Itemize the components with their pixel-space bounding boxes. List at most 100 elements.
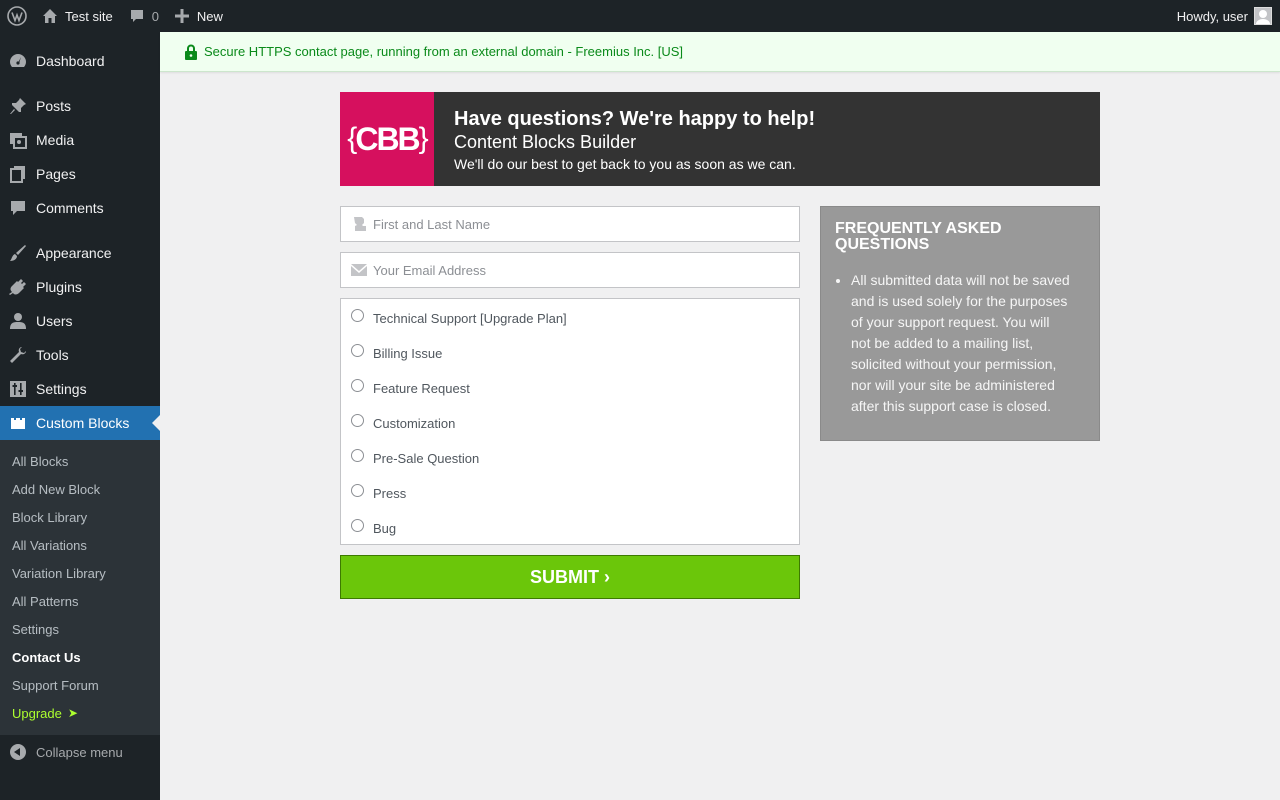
sidebar-item-posts[interactable]: Posts xyxy=(0,89,160,123)
radio-label: Feature Request xyxy=(373,381,470,396)
sidebar-item-label: Media xyxy=(36,132,75,148)
contact-title: Have questions? We're happy to help! xyxy=(454,108,816,130)
lock-icon xyxy=(185,44,197,60)
sidebar-item-label: Custom Blocks xyxy=(36,415,130,431)
media-icon xyxy=(0,131,36,149)
name-input[interactable] xyxy=(373,216,773,232)
plug-icon xyxy=(0,278,36,296)
pages-icon xyxy=(0,165,36,183)
submenu-all-blocks[interactable]: All Blocks xyxy=(0,447,160,475)
collapse-label: Collapse menu xyxy=(36,744,123,760)
radio-billing-issue[interactable]: Billing Issue xyxy=(341,342,799,377)
faq-panel: Frequently Asked Questions All submitted… xyxy=(820,206,1100,441)
custom-blocks-submenu: All Blocks Add New Block Block Library A… xyxy=(0,440,160,735)
new-label: New xyxy=(196,8,223,24)
submenu-add-new-block[interactable]: Add New Block xyxy=(0,475,160,503)
radio-button[interactable] xyxy=(351,484,364,497)
sidebar-item-label: Settings xyxy=(36,381,87,397)
name-field-wrapper xyxy=(340,206,800,242)
admin-bar: Test site 0 New Howdy, user xyxy=(0,0,1280,32)
faq-item: All submitted data will not be saved and… xyxy=(851,270,1085,417)
wrench-icon xyxy=(0,346,36,364)
wordpress-logo-button[interactable] xyxy=(0,0,34,32)
pin-icon xyxy=(0,97,36,115)
radio-button[interactable] xyxy=(351,519,364,532)
faq-list: All submitted data will not be saved and… xyxy=(835,270,1085,417)
sidebar-item-settings[interactable]: Settings xyxy=(0,372,160,406)
radio-press[interactable]: Press xyxy=(341,482,799,517)
comment-icon xyxy=(0,199,36,217)
my-account-link[interactable]: Howdy, user xyxy=(1169,0,1280,32)
sidebar-item-label: Comments xyxy=(36,200,104,216)
sidebar-item-custom-blocks[interactable]: Custom Blocks xyxy=(0,406,160,440)
site-name-label: Test site xyxy=(65,8,113,24)
envelope-icon xyxy=(351,264,367,276)
email-input[interactable] xyxy=(373,262,773,278)
radio-bug[interactable]: Bug xyxy=(341,517,799,552)
radio-technical-support[interactable]: Technical Support [Upgrade Plan] xyxy=(341,307,799,342)
brush-icon xyxy=(0,244,36,262)
cbb-logo: {CBB} xyxy=(340,92,434,186)
wordpress-icon xyxy=(7,6,27,26)
radio-button[interactable] xyxy=(351,414,364,427)
sidebar-item-appearance[interactable]: Appearance xyxy=(0,236,160,270)
submenu-all-variations[interactable]: All Variations xyxy=(0,531,160,559)
radio-button[interactable] xyxy=(351,449,364,462)
radio-label: Bug xyxy=(373,521,397,536)
avatar xyxy=(1254,7,1272,25)
admin-sidebar: Dashboard Posts Media Pages Comments App… xyxy=(0,32,160,800)
sliders-icon xyxy=(0,380,36,398)
howdy-label: Howdy, user xyxy=(1176,8,1248,24)
sidebar-item-label: Posts xyxy=(36,98,72,114)
collapse-icon xyxy=(0,744,36,760)
email-field-wrapper xyxy=(340,252,800,288)
sidebar-item-media[interactable]: Media xyxy=(0,123,160,157)
radio-label: Billing Issue xyxy=(373,346,443,361)
submenu-all-patterns[interactable]: All Patterns xyxy=(0,587,160,615)
submenu-variation-library[interactable]: Variation Library xyxy=(0,559,160,587)
dashboard-icon xyxy=(0,51,36,71)
radio-button[interactable] xyxy=(351,309,364,322)
sidebar-item-label: Pages xyxy=(36,166,76,182)
user-icon xyxy=(354,217,366,231)
contact-note: We'll do our best to get back to you as … xyxy=(454,156,796,172)
faq-title: Frequently Asked Questions xyxy=(835,220,1002,253)
plus-icon xyxy=(174,9,189,23)
submenu-block-library[interactable]: Block Library xyxy=(0,503,160,531)
radio-feature-request[interactable]: Feature Request xyxy=(341,377,799,412)
radio-customization[interactable]: Customization xyxy=(341,412,799,447)
submenu-contact-us[interactable]: Contact Us xyxy=(0,643,160,671)
radio-label: Customization xyxy=(373,416,456,431)
sidebar-item-label: Appearance xyxy=(36,245,112,261)
request-type-group: Technical Support [Upgrade Plan] Billing… xyxy=(340,298,800,545)
sidebar-item-users[interactable]: Users xyxy=(0,304,160,338)
collapse-menu-button[interactable]: Collapse menu xyxy=(0,735,160,769)
submenu-upgrade[interactable]: Upgrade ➤ xyxy=(0,699,160,727)
comments-count: 0 xyxy=(151,8,159,24)
submenu-settings[interactable]: Settings xyxy=(0,615,160,643)
new-content-link[interactable]: New xyxy=(167,0,231,32)
logo-text: CBB xyxy=(355,120,420,157)
site-name-link[interactable]: Test site xyxy=(34,0,121,32)
contact-header: {CBB} Have questions? We're happy to hel… xyxy=(340,92,1100,186)
sidebar-item-dashboard[interactable]: Dashboard xyxy=(0,44,160,78)
user-icon xyxy=(0,312,36,330)
upgrade-label: Upgrade xyxy=(12,705,62,721)
home-icon xyxy=(43,9,57,23)
submenu-support-forum[interactable]: Support Forum xyxy=(0,671,160,699)
arrow-right-icon: ➤ xyxy=(67,706,78,720)
sidebar-item-label: Tools xyxy=(36,347,69,363)
radio-button[interactable] xyxy=(351,379,364,392)
sidebar-item-pages[interactable]: Pages xyxy=(0,157,160,191)
sidebar-item-comments[interactable]: Comments xyxy=(0,191,160,225)
radio-pre-sale-question[interactable]: Pre-Sale Question xyxy=(341,447,799,482)
sidebar-item-plugins[interactable]: Plugins xyxy=(0,270,160,304)
sidebar-item-tools[interactable]: Tools xyxy=(0,338,160,372)
radio-label: Pre-Sale Question xyxy=(373,451,480,466)
secure-notice-text: Secure HTTPS contact page, running from … xyxy=(204,44,684,59)
comments-link[interactable]: 0 xyxy=(121,0,167,32)
plugin-name: Content Blocks Builder xyxy=(454,132,637,152)
radio-button[interactable] xyxy=(351,344,364,357)
comment-icon xyxy=(130,10,143,22)
submit-button[interactable]: SUBMIT › xyxy=(340,555,800,599)
